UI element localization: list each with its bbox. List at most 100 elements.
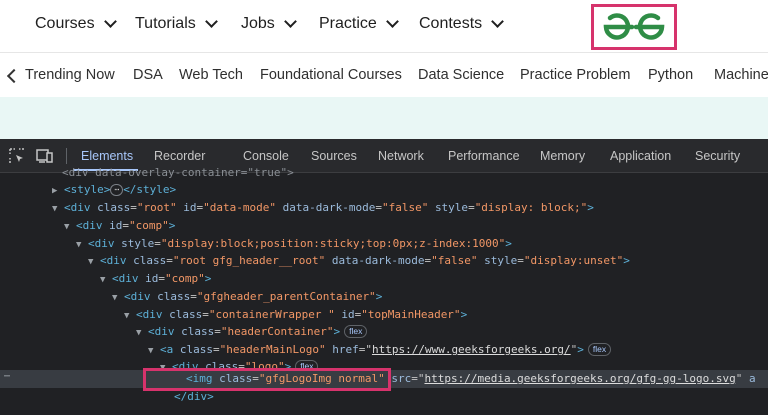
tag-text: <div: [88, 237, 115, 250]
chevron-down-icon: [204, 15, 218, 28]
nav-jobs[interactable]: Jobs: [241, 15, 297, 33]
more-options-icon[interactable]: ⋯: [4, 371, 10, 382]
attr-value: "display:unset": [523, 254, 624, 267]
collapse-arrow-icon[interactable]: ▼: [124, 308, 136, 326]
subnav-foundational-courses[interactable]: Foundational Courses: [260, 67, 402, 83]
dom-node-root-div[interactable]: ▼ <div class="root" id="data-mode" data-d…: [52, 199, 594, 217]
attr-value: "false": [431, 254, 478, 267]
tag-text: >: [587, 201, 594, 214]
tag-text: <div: [100, 254, 127, 267]
collapse-arrow-icon[interactable]: ▼: [148, 343, 160, 361]
attr-value: "containerWrapper ": [208, 308, 335, 321]
nav-courses[interactable]: Courses: [35, 15, 117, 33]
subnav-machine[interactable]: Machine: [714, 67, 768, 83]
nav-tutorials[interactable]: Tutorials: [135, 15, 218, 33]
site-logo-link[interactable]: [591, 4, 677, 50]
attr-name: class: [181, 325, 215, 338]
attr-value: "topMainHeader": [361, 308, 461, 321]
tag-text: >: [375, 290, 383, 303]
dom-node-comp[interactable]: ▼ <div id="comp">: [64, 217, 175, 235]
subnav-trending-now[interactable]: Trending Now: [25, 67, 115, 83]
collapse-arrow-icon[interactable]: ▼: [100, 272, 112, 290]
attr-value: "root gfg_header__root": [172, 254, 326, 267]
nav-practice[interactable]: Practice: [319, 15, 399, 33]
nav-contests[interactable]: Contests: [419, 15, 505, 33]
tab-application[interactable]: Application: [610, 149, 671, 163]
collapse-arrow-icon[interactable]: ▼: [112, 290, 124, 308]
gfg-logo-icon: [603, 13, 665, 40]
expand-arrow-icon[interactable]: ▶: [52, 183, 64, 201]
tab-network[interactable]: Network: [378, 149, 424, 163]
tab-recorder[interactable]: Recorder: [154, 149, 205, 163]
attr-name: data-dark-mode: [331, 254, 425, 267]
nav-tutorials-label: Tutorials: [135, 15, 196, 32]
subnav-dsa[interactable]: DSA: [133, 67, 163, 83]
dom-node-parent-container[interactable]: ▼ <div class="gfgheader_parentContainer">: [112, 288, 382, 306]
chevron-down-icon: [385, 15, 399, 28]
tab-console[interactable]: Console: [243, 149, 289, 163]
attr-name: class: [179, 343, 213, 356]
tab-sources[interactable]: Sources: [311, 149, 357, 163]
attr-value: "display:block;position:sticky;top:0px;z…: [160, 237, 506, 250]
chevron-left-icon[interactable]: [6, 68, 22, 84]
collapse-arrow-icon[interactable]: ▼: [88, 254, 100, 272]
attr-value: "gfgheader_parentContainer": [196, 290, 376, 303]
tag-text: <div: [64, 201, 91, 214]
tag-text: >: [460, 308, 468, 321]
dom-node-close-div[interactable]: </div>: [174, 388, 214, 406]
collapse-arrow-icon[interactable]: ▼: [76, 237, 88, 255]
tab-performance[interactable]: Performance: [448, 149, 520, 163]
attr-name: id: [145, 272, 159, 285]
subnav-data-science[interactable]: Data Science: [418, 67, 504, 83]
attr-name: class: [97, 201, 131, 214]
device-toolbar-icon[interactable]: [36, 148, 54, 169]
tag-text: <div: [136, 308, 163, 321]
dom-node-overlay-container[interactable]: <div data-overlay-container="true">: [62, 164, 294, 182]
tag-text: >: [204, 272, 212, 285]
devtools-panel: Elements Recorder Console Sources Networ…: [0, 139, 768, 415]
attr-name: class: [133, 254, 167, 267]
tag-text: </div>: [174, 390, 214, 403]
nav-practice-label: Practice: [319, 15, 377, 32]
attr-name: class: [157, 290, 191, 303]
dom-node-header-main-logo[interactable]: ▼ <a class="headerMainLogo" href="https:/…: [148, 341, 612, 361]
attr-value: "comp": [129, 219, 169, 232]
collapsed-content-badge[interactable]: ⋯: [110, 184, 124, 196]
dom-node-sticky-div[interactable]: ▼ <div style="display:block;position:stic…: [76, 235, 512, 253]
chevron-down-icon: [103, 15, 117, 28]
attr-name: id: [183, 201, 197, 214]
attr-link[interactable]: https://media.geeksforgeeks.org/gfg-gg-l…: [424, 372, 735, 385]
attr-name: data-dark-mode: [282, 201, 376, 214]
subnav-web-tech[interactable]: Web Tech: [179, 67, 243, 83]
tab-security[interactable]: Security: [695, 149, 740, 163]
attr-name: style: [121, 237, 155, 250]
page-banner-strip: [0, 97, 768, 139]
inspect-element-icon[interactable]: [9, 148, 25, 169]
flex-badge[interactable]: flex: [344, 325, 368, 338]
collapse-arrow-icon[interactable]: ▼: [52, 201, 64, 219]
tag-text: >: [333, 325, 341, 338]
dom-node-container-wrapper[interactable]: ▼ <div class="containerWrapper " id="topM…: [124, 306, 467, 324]
tag-text: <a: [160, 343, 174, 356]
attr-name: a: [748, 372, 756, 385]
tab-memory[interactable]: Memory: [540, 149, 585, 163]
secondary-nav: Trending Now DSA Web Tech Foundational C…: [0, 53, 768, 97]
tag-text: >: [623, 254, 630, 267]
attr-value: "display: block;": [474, 201, 588, 214]
nav-jobs-label: Jobs: [241, 15, 275, 32]
dom-node-comp-inner[interactable]: ▼ <div id="comp">: [100, 270, 211, 288]
collapse-arrow-icon[interactable]: ▼: [136, 325, 148, 343]
flex-badge[interactable]: flex: [587, 343, 612, 356]
dom-node-style[interactable]: ▶ <style> ⋯ </style>: [52, 181, 176, 199]
attr-link[interactable]: https://www.geeksforgeeks.org/: [372, 343, 571, 356]
attr-name: style: [434, 201, 469, 214]
tab-elements[interactable]: Elements: [81, 149, 133, 163]
subnav-practice-problem[interactable]: Practice Problem: [520, 67, 630, 83]
subnav-python[interactable]: Python: [648, 67, 693, 83]
collapse-arrow-icon[interactable]: ▼: [64, 219, 76, 237]
dom-node-header-root[interactable]: ▼ <div class="root gfg_header__root" data…: [88, 252, 630, 270]
nav-courses-label: Courses: [35, 15, 95, 32]
nav-contests-label: Contests: [419, 15, 483, 32]
tag-text: <div: [112, 272, 139, 285]
dom-node-header-container[interactable]: ▼ <div class="headerContainer"> flex: [136, 323, 368, 343]
